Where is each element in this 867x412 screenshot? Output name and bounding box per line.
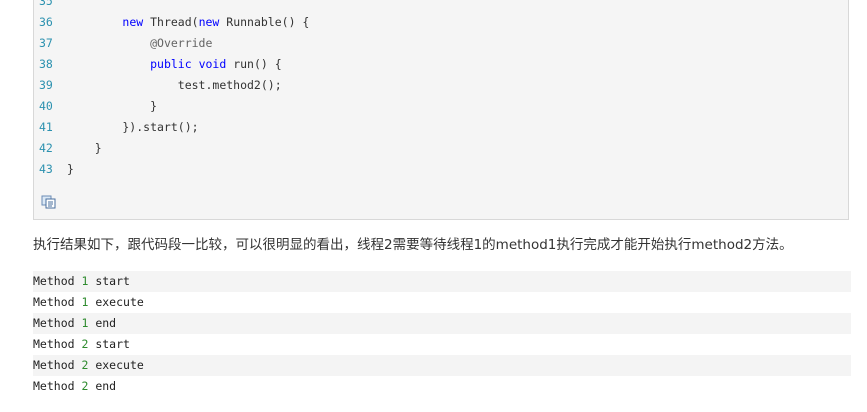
code-token: Runnable() { <box>219 15 310 29</box>
output-prefix: Method <box>33 379 82 393</box>
result-description: 执行结果如下，跟代码段一比较，可以很明显的看出，线程2需要等待线程1的metho… <box>33 237 793 253</box>
code-token: } <box>67 141 102 155</box>
output-prefix: Method <box>33 295 82 309</box>
code-token: }).start(); <box>67 120 199 134</box>
output-prefix: Method <box>33 358 82 372</box>
line-number: 38 <box>39 57 53 71</box>
code-token: } <box>67 99 158 113</box>
line-number: 43 <box>39 162 53 176</box>
output-suffix: execute <box>88 358 144 372</box>
output-prefix: Method <box>33 274 82 288</box>
line-number: 40 <box>39 99 53 113</box>
output-prefix: Method <box>33 316 82 330</box>
output-prefix: Method <box>33 337 82 351</box>
output-row: Method 2 end <box>33 376 851 397</box>
line-number: 36 <box>39 15 53 29</box>
code-token: test.method2(); <box>67 78 282 92</box>
line-number: 37 <box>39 36 53 50</box>
code-line: 41 }).start(); <box>34 117 199 138</box>
copy-icon[interactable] <box>41 194 57 209</box>
code-line: 38 public void run() { <box>34 54 282 75</box>
annotation-token: @Override <box>150 36 213 50</box>
keyword-token: new <box>198 15 220 29</box>
line-number: 39 <box>39 78 53 92</box>
output-suffix: start <box>88 274 130 288</box>
code-line: 35 <box>34 0 67 12</box>
line-number: 35 <box>39 0 53 8</box>
code-token: } <box>67 162 74 176</box>
code-block: 35 36 new Thread(new Runnable() {37 @Over… <box>33 0 849 220</box>
keyword-token: new <box>122 15 144 29</box>
keyword-token: void <box>198 57 227 71</box>
code-token: Thread( <box>143 15 199 29</box>
keyword-token: public <box>150 57 192 71</box>
code-line: 39 test.method2(); <box>34 75 282 96</box>
line-number: 41 <box>39 120 53 134</box>
code-line: 36 new Thread(new Runnable() { <box>34 12 309 33</box>
output-row: Method 1 start <box>33 271 851 292</box>
output-suffix: start <box>88 337 130 351</box>
output-suffix: execute <box>88 295 144 309</box>
code-line: 43} <box>34 159 74 180</box>
output-row: Method 1 end <box>33 313 851 334</box>
code-line: 40 } <box>34 96 157 117</box>
code-line: 42 } <box>34 138 102 159</box>
output-row: Method 2 execute <box>33 355 851 376</box>
output-suffix: end <box>88 379 117 393</box>
output-block: Method 1 start Method 1 execute Method 1 e… <box>33 271 851 397</box>
output-suffix: end <box>88 316 117 330</box>
output-row: Method 1 execute <box>33 292 851 313</box>
code-token: run() { <box>226 57 282 71</box>
output-row: Method 2 start <box>33 334 851 355</box>
code-line: 37 @Override <box>34 33 212 54</box>
line-number: 42 <box>39 141 53 155</box>
